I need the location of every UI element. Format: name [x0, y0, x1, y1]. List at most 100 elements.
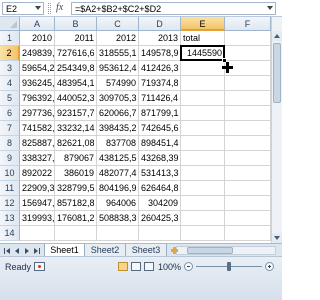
scroll-down-button[interactable] — [272, 233, 282, 243]
cell-b6[interactable]: 923157,7 — [55, 106, 97, 121]
cell-b14[interactable] — [55, 226, 97, 241]
cell-c8[interactable]: 837708 — [97, 136, 139, 151]
cell-f2[interactable] — [225, 46, 271, 61]
cell-c7[interactable]: 398435,2 — [97, 121, 139, 136]
cell-b11[interactable]: 328799,5 — [55, 181, 97, 196]
cell-c2[interactable]: 318555,1 — [97, 46, 139, 61]
cell-f14[interactable] — [225, 226, 271, 241]
cell-c11[interactable]: 804196,9 — [97, 181, 139, 196]
cell-e8[interactable] — [181, 136, 225, 151]
cell-e10[interactable] — [181, 166, 225, 181]
row-header-6[interactable]: 6 — [0, 106, 20, 121]
zoom-level[interactable]: 100% — [158, 262, 181, 272]
cell-a14[interactable] — [20, 226, 55, 241]
column-header-a[interactable]: A — [20, 17, 55, 31]
cell-f12[interactable] — [225, 196, 271, 211]
cell-a2[interactable]: 249839,6 — [20, 46, 55, 61]
cell-c3[interactable]: 953612,4 — [97, 61, 139, 76]
cell-d2[interactable]: 149578,9 — [139, 46, 181, 61]
row-header-7[interactable]: 7 — [0, 121, 20, 136]
cell-c14[interactable] — [97, 226, 139, 241]
formula-bar-splitter[interactable] — [48, 3, 51, 14]
row-header-11[interactable]: 11 — [0, 181, 20, 196]
row-header-14[interactable]: 14 — [0, 226, 20, 241]
vertical-scroll-thumb[interactable] — [273, 43, 281, 103]
cell-a13[interactable]: 319993,2 — [20, 211, 55, 226]
macro-record-icon[interactable] — [34, 262, 45, 271]
vertical-scrollbar[interactable] — [271, 17, 282, 243]
expand-formula-bar-icon[interactable] — [267, 6, 273, 10]
column-header-c[interactable]: C — [97, 17, 139, 31]
next-sheet-button[interactable] — [23, 246, 31, 255]
cell-b1[interactable]: 2011 — [55, 31, 97, 46]
cell-e6[interactable] — [181, 106, 225, 121]
cell-c10[interactable]: 482077,4 — [97, 166, 139, 181]
select-all-button[interactable] — [0, 17, 20, 31]
cell-a6[interactable]: 297736,2 — [20, 106, 55, 121]
first-sheet-button[interactable] — [3, 246, 11, 255]
row-header-3[interactable]: 3 — [0, 61, 20, 76]
cell-d12[interactable]: 304209 — [139, 196, 181, 211]
cell-a10[interactable]: 892022 — [20, 166, 55, 181]
name-box[interactable]: E2 — [2, 2, 44, 15]
cell-b3[interactable]: 254349,8 — [55, 61, 97, 76]
cell-b2[interactable]: 727616,6 — [55, 46, 97, 61]
row-header-5[interactable]: 5 — [0, 91, 20, 106]
cell-f4[interactable] — [225, 76, 271, 91]
row-header-8[interactable]: 8 — [0, 136, 20, 151]
cell-a1[interactable]: 2010 — [20, 31, 55, 46]
row-header-9[interactable]: 9 — [0, 151, 20, 166]
zoom-in-icon[interactable] — [265, 262, 274, 271]
prev-sheet-button[interactable] — [13, 246, 21, 255]
normal-view-icon[interactable] — [118, 262, 128, 271]
cell-b10[interactable]: 386019 — [55, 166, 97, 181]
row-header-13[interactable]: 13 — [0, 211, 20, 226]
cell-e9[interactable] — [181, 151, 225, 166]
worksheet-grid[interactable]: ABCDEF 12010201120122013total 2249839,6727… — [0, 17, 282, 243]
cell-d7[interactable]: 742645,6 — [139, 121, 181, 136]
cell-f11[interactable] — [225, 181, 271, 196]
column-header-f[interactable]: F — [225, 17, 271, 31]
zoom-out-icon[interactable] — [184, 262, 193, 271]
cell-d14[interactable] — [139, 226, 181, 241]
cell-e3[interactable] — [181, 61, 225, 76]
cell-d8[interactable]: 898451,4 — [139, 136, 181, 151]
cell-b9[interactable]: 879067 — [55, 151, 97, 166]
cell-d6[interactable]: 871799,1 — [139, 106, 181, 121]
horizontal-scroll-thumb[interactable] — [187, 247, 233, 254]
cell-c4[interactable]: 574990 — [97, 76, 139, 91]
cell-e11[interactable] — [181, 181, 225, 196]
cell-d5[interactable]: 711426,4 — [139, 91, 181, 106]
scroll-up-button[interactable] — [272, 31, 282, 41]
row-header-2[interactable]: 2 — [0, 46, 20, 61]
cell-b13[interactable]: 176081,2 — [55, 211, 97, 226]
cell-c9[interactable]: 438125,5 — [97, 151, 139, 166]
insert-sheet-icon[interactable] — [169, 245, 180, 256]
cell-f13[interactable] — [225, 211, 271, 226]
cell-f7[interactable] — [225, 121, 271, 136]
row-header-4[interactable]: 4 — [0, 76, 20, 91]
page-layout-icon[interactable] — [131, 262, 141, 271]
row-header-1[interactable]: 1 — [0, 31, 20, 46]
cell-d3[interactable]: 412426,3 — [139, 61, 181, 76]
cell-d10[interactable]: 531413,3 — [139, 166, 181, 181]
formula-input[interactable]: =$A2+$B2+$C2+$D2 — [71, 2, 276, 15]
cell-e4[interactable] — [181, 76, 225, 91]
cell-a4[interactable]: 936245,9 — [20, 76, 55, 91]
cell-c13[interactable]: 508838,3 — [97, 211, 139, 226]
cell-a12[interactable]: 156947,8 — [20, 196, 55, 211]
cell-b5[interactable]: 440052,3 — [55, 91, 97, 106]
last-sheet-button[interactable] — [33, 246, 41, 255]
column-header-b[interactable]: B — [55, 17, 97, 31]
cell-a9[interactable]: 338327,7 — [20, 151, 55, 166]
cell-a7[interactable]: 741582,6 — [20, 121, 55, 136]
cell-d11[interactable]: 626464,8 — [139, 181, 181, 196]
cell-f6[interactable] — [225, 106, 271, 121]
cell-c6[interactable]: 620066,7 — [97, 106, 139, 121]
cell-e5[interactable] — [181, 91, 225, 106]
cell-e13[interactable] — [181, 211, 225, 226]
cell-e14[interactable] — [181, 226, 225, 241]
cell-d9[interactable]: 43268,39 — [139, 151, 181, 166]
cell-c1[interactable]: 2012 — [97, 31, 139, 46]
cell-a11[interactable]: 22909,31 — [20, 181, 55, 196]
